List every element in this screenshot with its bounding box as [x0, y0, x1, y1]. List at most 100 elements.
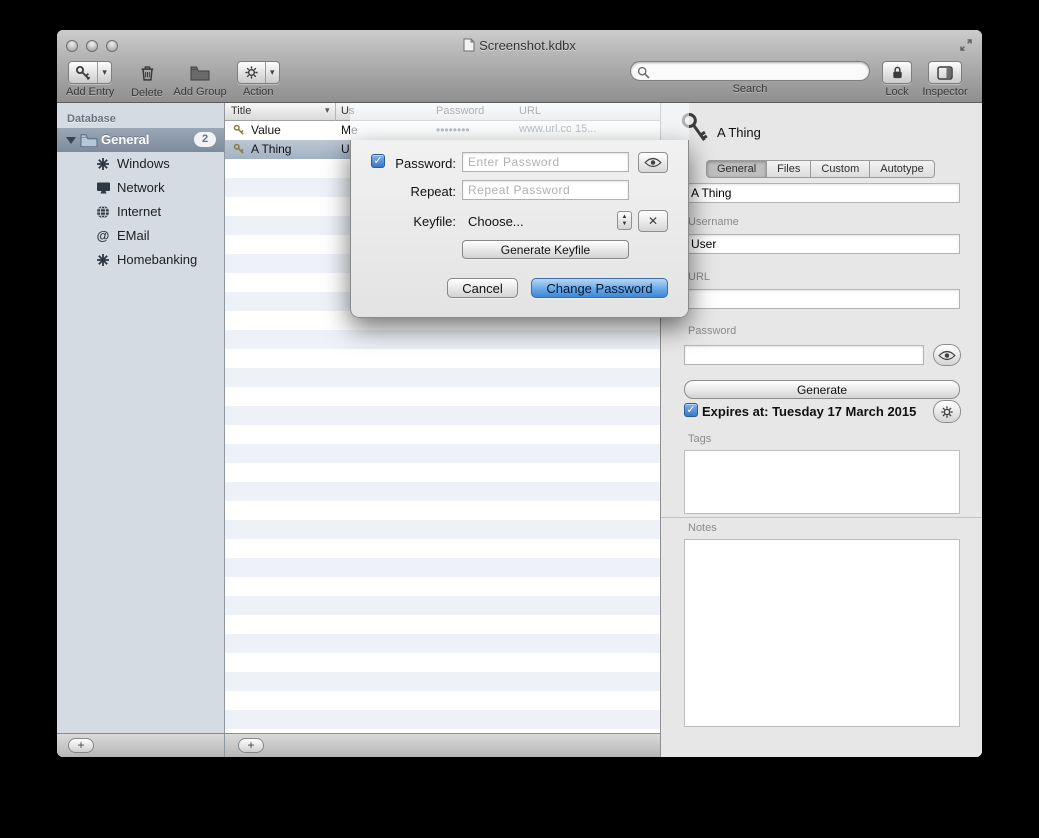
lock-button[interactable] — [882, 61, 912, 84]
notes-field[interactable] — [684, 539, 960, 727]
disclosure-triangle-icon[interactable] — [66, 137, 76, 144]
change-password-sheet: ✓ Password: Repeat: Keyfile: Choose... ▲… — [350, 140, 689, 318]
sidebar-item-label: Internet — [117, 204, 161, 219]
cell-title: A Thing — [251, 142, 333, 156]
tab-files[interactable]: Files — [767, 160, 811, 178]
column-divider[interactable] — [335, 103, 336, 121]
expires-label: Expires at: Tuesday 17 March 2015 — [702, 404, 916, 419]
search-input[interactable] — [653, 63, 863, 79]
add-entry-label: Add Entry — [66, 86, 114, 98]
sidebar-item-internet[interactable]: Internet — [57, 200, 224, 224]
reveal-password-button[interactable] — [638, 152, 668, 173]
username-label: Username — [688, 216, 739, 228]
keyfile-popup-stepper[interactable]: ▲ ▼ — [617, 211, 632, 230]
at-sign-icon: @ — [95, 228, 111, 244]
add-entry-plus-button[interactable]: + — [238, 738, 264, 753]
inspector-separator — [661, 517, 982, 518]
notes-label: Notes — [688, 522, 717, 534]
toolbar-lock: Lock — [879, 61, 915, 98]
list-bottom-bar: + — [225, 733, 660, 757]
password-checkbox[interactable]: ✓ — [371, 154, 385, 168]
sidebar-bottom-bar: + — [57, 733, 225, 757]
eye-icon — [938, 350, 956, 361]
sidebar-item-label: Windows — [117, 156, 170, 171]
group-label: General — [101, 128, 149, 152]
sidebar-item-windows[interactable]: Windows — [57, 152, 224, 176]
sidebar-header: Database — [57, 103, 224, 128]
toolbar-search: Search — [630, 61, 870, 95]
cell-title: Value — [251, 123, 333, 137]
url-field[interactable] — [684, 289, 960, 309]
inspector-entry-title: A Thing — [717, 125, 761, 140]
key-icon — [233, 143, 245, 158]
sidebar-item-email[interactable]: @ EMail — [57, 224, 224, 248]
check-icon: ✓ — [373, 155, 382, 167]
entry-count-badge: 2 — [194, 132, 216, 147]
inspector-panel: A Thing General Files Custom Autotype Us… — [660, 103, 982, 757]
inspector-button[interactable] — [928, 61, 962, 84]
username-field[interactable] — [684, 234, 960, 254]
lock-icon — [891, 65, 904, 80]
fullscreen-icon[interactable] — [958, 38, 974, 52]
tags-label: Tags — [688, 433, 711, 445]
action-button[interactable]: ▾ — [237, 61, 280, 84]
window-chrome: Screenshot.kdbx ▾ Add Entry — [57, 30, 982, 103]
sidebar-item-homebanking[interactable]: Homebanking — [57, 248, 224, 272]
keyfile-popup-value[interactable]: Choose... — [468, 214, 524, 229]
lock-label: Lock — [879, 86, 915, 98]
delete-label: Delete — [129, 87, 165, 99]
action-label: Action — [237, 86, 280, 98]
monitor-icon — [95, 180, 111, 196]
change-password-button[interactable]: Change Password — [531, 278, 668, 298]
toolbar-add-group: Add Group — [169, 61, 231, 98]
globe-icon — [95, 204, 111, 220]
chevron-down-icon: ▾ — [97, 62, 111, 83]
sidebar-item-network[interactable]: Network — [57, 176, 224, 200]
column-header-title[interactable]: Title — [231, 105, 251, 117]
add-entry-button[interactable]: ▾ — [68, 61, 112, 84]
generate-keyfile-button[interactable]: Generate Keyfile — [462, 240, 629, 259]
search-field[interactable] — [630, 61, 870, 81]
tags-field[interactable] — [684, 450, 960, 514]
add-group-button[interactable] — [190, 61, 210, 84]
sidebar-item-label: EMail — [117, 228, 150, 243]
delete-button[interactable] — [139, 61, 156, 84]
stepper-up-icon: ▲ — [622, 214, 628, 221]
gear-icon — [940, 405, 954, 419]
password-field[interactable] — [684, 345, 924, 365]
eye-icon — [644, 157, 662, 168]
tab-general[interactable]: General — [706, 160, 767, 178]
inspector-label: Inspector — [919, 86, 971, 98]
check-icon: ✓ — [686, 404, 695, 416]
cancel-button[interactable]: Cancel — [447, 278, 518, 298]
password-input[interactable] — [462, 152, 629, 172]
toolbar-action: ▾ Action — [237, 61, 280, 98]
folder-icon — [80, 133, 98, 147]
group-sidebar: Database General 2 Windows Network — [57, 103, 225, 733]
sidebar-item-label: Network — [117, 180, 165, 195]
trash-icon — [139, 64, 156, 82]
desktop-background: Screenshot.kdbx ▾ Add Entry — [0, 0, 1039, 838]
url-label: URL — [688, 271, 710, 283]
windows-icon — [95, 156, 111, 172]
clear-keyfile-button[interactable]: ✕ — [638, 210, 668, 232]
generate-password-button[interactable]: Generate — [684, 380, 960, 399]
app-window: Screenshot.kdbx ▾ Add Entry — [57, 30, 982, 757]
expires-checkbox[interactable]: ✓ — [684, 403, 698, 417]
expires-settings-button[interactable] — [933, 400, 961, 423]
keyfile-label: Keyfile: — [387, 214, 456, 229]
add-group-label: Add Group — [169, 86, 231, 98]
sidebar-group-general[interactable]: General 2 — [57, 128, 224, 152]
reveal-password-button[interactable] — [933, 344, 961, 366]
stepper-down-icon: ▼ — [622, 221, 628, 228]
repeat-input[interactable] — [462, 180, 629, 200]
search-label: Search — [630, 83, 870, 95]
chevron-down-icon: ▾ — [265, 62, 279, 83]
tab-autotype[interactable]: Autotype — [870, 160, 934, 178]
add-group-plus-button[interactable]: + — [68, 738, 94, 753]
tab-custom[interactable]: Custom — [811, 160, 870, 178]
search-icon — [637, 66, 650, 79]
title-field[interactable] — [684, 183, 960, 203]
inspector-panel-icon — [937, 66, 953, 80]
toolbar-delete: Delete — [129, 61, 165, 99]
